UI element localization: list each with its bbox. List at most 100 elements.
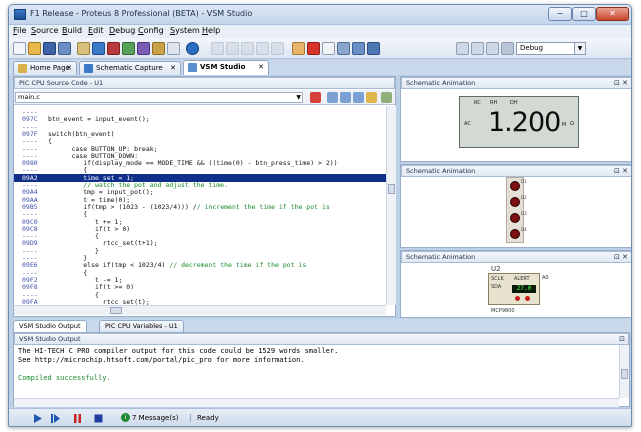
tab-vsm-studio[interactable]: VSM Studio ✕ <box>183 60 269 75</box>
undo-icon[interactable] <box>211 42 224 55</box>
schematic-animation-sensor-panel: Schematic Animation ⊡ ✕ U2 SCLK SDA ALER… <box>400 250 631 318</box>
panel-pin-close-icon[interactable]: ⊡ ✕ <box>614 78 628 88</box>
proteus-app-icon <box>14 9 26 20</box>
lcd-label: M <box>562 122 567 128</box>
paste-icon[interactable] <box>256 42 269 55</box>
new-source-icon[interactable] <box>322 42 335 55</box>
tab-schematic-capture-label: Schematic Capture <box>96 64 163 72</box>
close-tab-icon[interactable]: ✕ <box>258 61 264 73</box>
scrollbar-thumb[interactable] <box>110 307 122 314</box>
scrollbar-thumb[interactable] <box>621 369 628 379</box>
menu-bar: File Source Build Edit Debug Config Syst… <box>9 25 631 38</box>
chip-button-icon[interactable] <box>525 296 530 301</box>
animation-panel-title: Schematic Animation ⊡ ✕ <box>401 165 631 177</box>
notes-icon[interactable] <box>167 42 180 55</box>
menu-system[interactable]: System <box>170 26 200 35</box>
led-indicator <box>510 197 520 207</box>
source-file-select[interactable]: main.c ▼ <box>15 92 303 103</box>
maximize-button[interactable]: □ <box>572 7 596 21</box>
open-folder-icon[interactable] <box>28 42 41 55</box>
redo-icon[interactable] <box>271 42 284 55</box>
tab-pic-cpu-variables[interactable]: PIC CPU Variables - U1 <box>99 320 184 332</box>
schematic-animation-led-panel: Schematic Animation ⊡ ✕ D1 D2 D3 D4 <box>400 164 631 248</box>
compiler-settings-icon[interactable] <box>471 42 484 55</box>
menu-config[interactable]: Config <box>138 26 164 35</box>
panel-pin-close-icon[interactable]: ⊡ ✕ <box>614 166 628 176</box>
copy-icon[interactable] <box>241 42 254 55</box>
add-source-icon[interactable] <box>337 42 350 55</box>
close-tab-icon[interactable]: ✕ <box>170 62 176 74</box>
led-label: D4 <box>521 227 527 232</box>
save-icon[interactable] <box>43 42 56 55</box>
bom-icon[interactable] <box>137 42 150 55</box>
menu-build[interactable]: Build <box>62 26 82 35</box>
chip-pin-label: SCLK <box>491 276 504 282</box>
step-icon[interactable] <box>50 413 61 424</box>
menu-debug[interactable]: Debug <box>109 26 135 35</box>
code-line[interactable]: 09FA rtcc_set(t); <box>14 298 386 305</box>
home-icon[interactable] <box>77 42 90 55</box>
source-code-listing[interactable]: ---- 097C btn_event = input_event(); ---- 09… <box>14 106 386 305</box>
cut-icon[interactable] <box>226 42 239 55</box>
pcb-icon[interactable] <box>107 42 120 55</box>
build-configuration-select[interactable]: Debug ▼ <box>516 42 586 55</box>
close-tab-icon[interactable]: ✕ <box>66 62 72 74</box>
schematic-icon[interactable] <box>92 42 105 55</box>
output-text[interactable]: The HI-TECH C PRO compiler output for th… <box>14 345 619 398</box>
tab-home-page[interactable]: Home Page ✕ <box>13 61 77 75</box>
play-icon[interactable] <box>32 413 43 424</box>
chevron-down-icon[interactable]: ▼ <box>296 93 301 102</box>
chevron-down-icon[interactable]: ▼ <box>574 43 585 54</box>
message-count[interactable]: 7 Message(s) <box>132 414 178 422</box>
disassembly-toggle-icon[interactable] <box>381 92 392 103</box>
project-settings-icon[interactable] <box>456 42 469 55</box>
tab-schematic-capture[interactable]: Schematic Capture ✕ <box>79 61 181 75</box>
lcd-display: RC RH DH AC 1.200 M Ω <box>459 96 579 174</box>
tab-vsm-studio-label: VSM Studio <box>200 63 246 71</box>
lcd-readout: 1.200 <box>488 107 561 138</box>
source-file-bar: main.c ▼ <box>14 90 395 105</box>
run-to-cursor-icon[interactable] <box>366 92 377 103</box>
close-window-button[interactable]: ✕ <box>596 7 629 21</box>
chip-pin-label: A0 <box>542 275 549 281</box>
menu-source[interactable]: Source <box>31 26 58 35</box>
menu-edit[interactable]: Edit <box>88 26 104 35</box>
panel-pin-close-icon[interactable]: ⊡ ✕ <box>614 252 628 262</box>
new-file-icon[interactable] <box>13 42 26 55</box>
minimize-button[interactable]: − <box>548 7 572 21</box>
code-text: rtcc_set(t); <box>48 297 150 305</box>
animation-panel-title-text: Schematic Animation <box>406 167 476 175</box>
toggle-breakpoint-icon[interactable] <box>310 92 321 103</box>
menu-help[interactable]: Help <box>202 26 220 35</box>
save-all-icon[interactable] <box>58 42 71 55</box>
edit-project-icon[interactable] <box>292 42 305 55</box>
led-label: D2 <box>521 195 527 200</box>
chip-button-icon[interactable] <box>515 296 520 301</box>
gerber-icon[interactable] <box>122 42 135 55</box>
rebuild-project-icon[interactable] <box>367 42 380 55</box>
source-horizontal-scrollbar[interactable] <box>14 305 386 315</box>
step-over-icon[interactable] <box>327 92 338 103</box>
build-settings-icon[interactable] <box>486 42 499 55</box>
lcd-label: RH <box>490 100 498 106</box>
source-vertical-scrollbar[interactable] <box>386 106 396 305</box>
stop-icon[interactable] <box>93 413 104 424</box>
build-project-icon[interactable] <box>352 42 365 55</box>
step-into-icon[interactable] <box>340 92 351 103</box>
tab-vsm-studio-output[interactable]: VSM Studio Output <box>13 320 87 332</box>
help-icon[interactable] <box>186 42 199 55</box>
debug-config-icon[interactable] <box>501 42 514 55</box>
delete-icon[interactable] <box>307 42 320 55</box>
messages-icon[interactable]: i <box>121 413 130 422</box>
design-explorer-icon[interactable] <box>152 42 165 55</box>
scrollbar-thumb[interactable] <box>388 184 395 194</box>
output-vertical-scrollbar[interactable] <box>619 345 629 398</box>
pause-icon[interactable] <box>72 413 83 424</box>
output-panel-title: VSM Studio Output ⊡ <box>14 333 629 345</box>
step-out-icon[interactable] <box>353 92 364 103</box>
chip-part-number: MCP9800 <box>491 308 515 314</box>
panel-pin-icon[interactable]: ⊡ <box>619 334 625 344</box>
menu-file[interactable]: File <box>13 26 26 35</box>
title-bar[interactable]: F1 Release - Proteus 8 Professional (BET… <box>9 5 631 25</box>
output-horizontal-scrollbar[interactable] <box>14 398 619 407</box>
